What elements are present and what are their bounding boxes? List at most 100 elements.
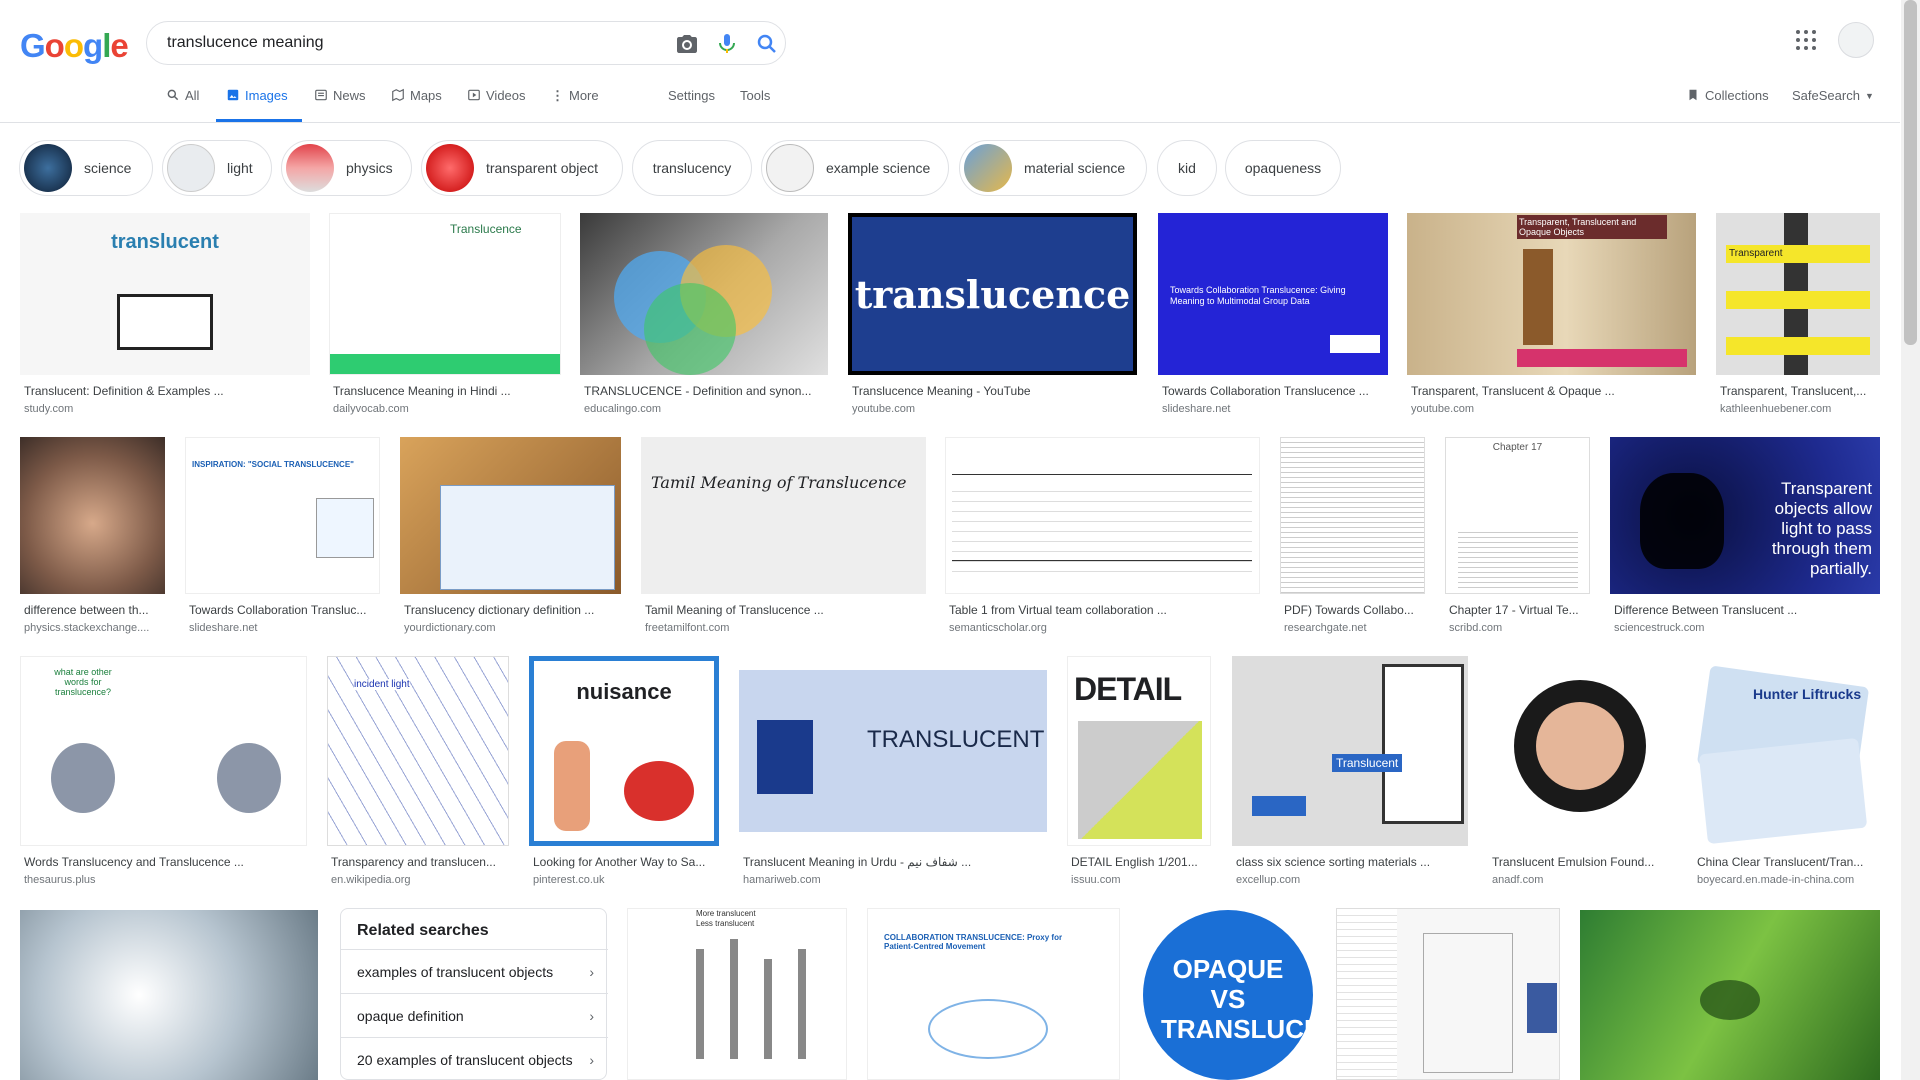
result-title[interactable]: Translucence Meaning - YouTube [852,384,1131,398]
scrollbar-thumb[interactable] [1904,0,1917,345]
chip-translucency[interactable]: translucency [632,140,752,196]
result-source[interactable]: youtube.com [852,403,1131,415]
result-title[interactable]: Translucent Emulsion Found... [1492,855,1673,869]
result-title[interactable]: Towards Collaboration Translucence ... [1162,384,1382,398]
result-title[interactable]: Translucent: Definition & Examples ... [24,384,304,398]
result-source[interactable]: semanticscholar.org [949,622,1260,634]
image-result[interactable]: DETAIL DETAIL English 1/201... issuu.com [1067,656,1211,888]
image-result[interactable]: INSPIRATION: "SOCIAL TRANSLUCENCE" Towar… [185,437,380,637]
image-result[interactable]: Chapter 17 Chapter 17 - Virtual Te... sc… [1445,437,1590,637]
result-title[interactable]: Transparent, Translucent,... [1720,384,1880,398]
tab-tools[interactable]: Tools [740,88,770,122]
result-title[interactable]: Tamil Meaning of Translucence ... [645,603,926,617]
result-title[interactable]: difference between th... [24,603,165,617]
image-result[interactable]: TRANSLUCENT Translucent Meaning in Urdu … [739,656,1047,888]
tab-all[interactable]: All [166,88,199,122]
image-result[interactable]: Transparent objects allow light to pass … [1610,437,1880,637]
result-source[interactable]: sciencestruck.com [1614,622,1880,634]
image-result[interactable]: nuisance Looking for Another Way to Sa..… [529,656,719,888]
chip-material-science[interactable]: material science [959,140,1147,196]
result-title[interactable]: TRANSLUCENCE - Definition and synon... [584,384,822,398]
result-title[interactable]: PDF) Towards Collabo... [1284,603,1425,617]
result-title[interactable]: Table 1 from Virtual team collaboration … [949,603,1260,617]
result-title[interactable]: Translucent Meaning in Urdu - شفاف نیم .… [743,855,1047,869]
image-result[interactable]: Translucent Emulsion Found... anadf.com [1488,656,1673,888]
chip-transparent-object[interactable]: transparent object [421,140,623,196]
image-result[interactable]: Transparent Transparent, Translucent,...… [1716,213,1880,418]
result-title[interactable]: DETAIL English 1/201... [1071,855,1211,869]
tab-more[interactable]: ⋮ More [551,88,599,122]
result-source[interactable]: slideshare.net [1162,403,1382,415]
image-result[interactable]: PDF) Towards Collabo... researchgate.net [1280,437,1425,637]
result-title[interactable]: China Clear Translucent/Tran... [1697,855,1880,869]
result-source[interactable]: kathleenhuebener.com [1720,403,1880,415]
result-title[interactable]: class six science sorting materials ... [1236,855,1468,869]
image-result[interactable]: difference between th... physics.stackex… [20,437,165,637]
result-source[interactable]: anadf.com [1492,874,1673,886]
result-title[interactable]: Transparency and translucen... [331,855,509,869]
image-result[interactable]: Translucence Translucence Meaning in Hin… [329,213,561,418]
result-source[interactable]: slideshare.net [189,622,380,634]
result-title[interactable]: Transparent, Translucent & Opaque ... [1411,384,1690,398]
result-source[interactable]: youtube.com [1411,403,1690,415]
result-source[interactable]: researchgate.net [1284,622,1425,634]
image-result[interactable] [1580,910,1880,1080]
tab-videos[interactable]: Videos [467,88,526,122]
chip-example-science[interactable]: example science [761,140,949,196]
image-result[interactable]: incident light Transparency and transluc… [327,656,509,888]
image-result[interactable]: Tamil Meaning of Translucence Tamil Mean… [641,437,926,637]
result-source[interactable]: pinterest.co.uk [533,874,719,886]
related-item[interactable]: 20 examples of translucent objects › [341,1037,608,1080]
image-result[interactable]: More translucent Less translucent [627,908,847,1080]
search-icon[interactable] [755,32,779,56]
image-result[interactable] [20,910,318,1080]
image-result[interactable]: Translucency dictionary definition ... y… [400,437,621,637]
image-result[interactable]: Translucent class six science sorting ma… [1232,656,1468,888]
chip-opaqueness[interactable]: opaqueness [1225,140,1341,196]
result-title[interactable]: Words Translucency and Translucence ... [24,855,307,869]
result-title[interactable]: Chapter 17 - Virtual Te... [1449,603,1590,617]
image-result[interactable]: translucence Translucence Meaning - YouT… [848,213,1137,418]
camera-icon[interactable] [675,32,699,56]
chip-light[interactable]: light [162,140,272,196]
result-source[interactable]: study.com [24,403,304,415]
image-result[interactable] [1336,908,1560,1080]
image-result[interactable]: TRANSLUCENCE - Definition and synon... e… [580,213,828,418]
search-box[interactable] [146,21,786,65]
tab-news[interactable]: News [314,88,366,122]
tab-maps[interactable]: Maps [391,88,442,122]
result-title[interactable]: Difference Between Translucent ... [1614,603,1880,617]
image-result[interactable]: OPAQUE VS TRANSLUCENT [1140,908,1316,1080]
result-title[interactable]: Looking for Another Way to Sa... [533,855,719,869]
avatar[interactable] [1838,22,1874,58]
search-input[interactable] [167,32,647,54]
chip-kid[interactable]: kid [1157,140,1217,196]
result-source[interactable]: hamariweb.com [743,874,1047,886]
image-result[interactable]: Towards Collaboration Translucence: Givi… [1158,213,1388,418]
result-title[interactable]: Towards Collaboration Transluc... [189,603,380,617]
microphone-icon[interactable] [715,32,739,56]
tab-images[interactable]: Images [216,88,302,122]
image-result[interactable]: Hunter Liftrucks China Clear Translucent… [1693,656,1880,888]
image-result[interactable]: Transparent, Translucent and Opaque Obje… [1407,213,1696,418]
chip-science[interactable]: science [19,140,153,196]
related-item[interactable]: examples of translucent objects › [341,949,608,993]
tab-settings[interactable]: Settings [668,88,715,122]
google-logo[interactable]: Google [20,27,129,65]
result-source[interactable]: dailyvocab.com [333,403,555,415]
result-source[interactable]: boyecard.en.made-in-china.com [1697,874,1880,886]
result-source[interactable]: en.wikipedia.org [331,874,509,886]
safesearch-button[interactable]: SafeSearch ▼ [1792,88,1874,122]
image-result[interactable]: Table 1 from Virtual team collaboration … [945,437,1260,637]
result-source[interactable]: freetamilfont.com [645,622,926,634]
result-source[interactable]: thesaurus.plus [24,874,307,886]
image-result[interactable]: translucent Translucent: Definition & Ex… [20,213,310,418]
related-item[interactable]: opaque definition › [341,993,608,1037]
result-source[interactable]: yourdictionary.com [404,622,621,634]
result-title[interactable]: Translucency dictionary definition ... [404,603,621,617]
apps-grid-icon[interactable] [1794,28,1818,52]
result-source[interactable]: educalingo.com [584,403,822,415]
image-result[interactable]: COLLABORATION TRANSLUCENCE: Proxy for Pa… [867,908,1120,1080]
result-source[interactable]: issuu.com [1071,874,1211,886]
image-result[interactable]: what are other words for translucence? W… [20,656,307,888]
